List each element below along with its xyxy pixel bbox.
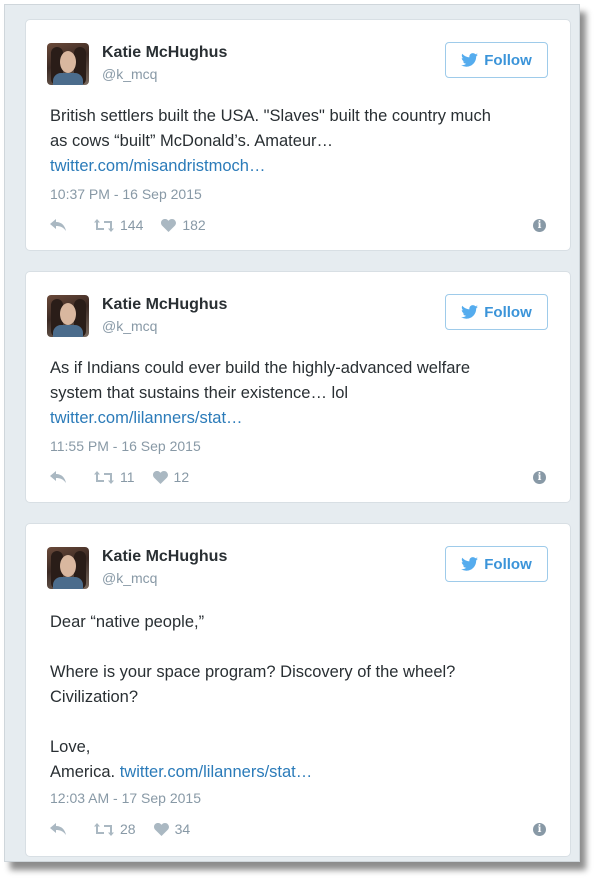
like-count: 12	[173, 469, 190, 485]
reply-icon	[50, 471, 66, 483]
follow-label: Follow	[484, 51, 532, 69]
author-name[interactable]: Katie McHughus	[102, 548, 227, 566]
retweet-count: 144	[120, 217, 144, 233]
tweet-line: British settlers built the USA. "Slaves"…	[50, 107, 491, 125]
avatar[interactable]	[47, 547, 89, 589]
twitter-bird-icon	[461, 53, 479, 67]
tweet-collection-frame: Katie McHughus @k_mcq Follow British set…	[4, 4, 580, 862]
reply-button[interactable]	[50, 823, 68, 835]
like-button[interactable]: 34	[153, 821, 191, 837]
follow-label: Follow	[484, 555, 532, 573]
retweet-button[interactable]: 144	[94, 217, 143, 233]
tweet-actions: 11 12 i	[50, 468, 546, 486]
reply-button[interactable]	[50, 471, 68, 483]
tweet-text: As if Indians could ever build the highl…	[50, 356, 546, 431]
tweet-line: Civilization?	[50, 688, 139, 706]
tweet-line	[50, 635, 546, 660]
info-icon[interactable]: i	[533, 218, 546, 232]
follow-button[interactable]: Follow	[445, 546, 548, 582]
follow-label: Follow	[484, 303, 532, 321]
avatar[interactable]	[47, 43, 89, 85]
twitter-bird-icon	[461, 557, 479, 571]
heart-icon	[152, 470, 168, 484]
tweet-actions: 28 34 i	[50, 820, 546, 838]
tweet-line: Love,	[50, 738, 91, 756]
author-handle[interactable]: @k_mcq	[102, 66, 157, 82]
tweet-link[interactable]: twitter.com/misandristmoch…	[50, 157, 265, 175]
tweet-link[interactable]: twitter.com/lilanners/stat…	[50, 409, 243, 427]
tweet-line: As if Indians could ever build the highl…	[50, 359, 471, 377]
author-name[interactable]: Katie McHughus	[102, 44, 227, 62]
tweet-line: Dear “native people,”	[50, 613, 205, 631]
retweet-count: 28	[120, 821, 136, 837]
tweet-line: system that sustains their existence… lo…	[50, 384, 349, 402]
tweet-timestamp[interactable]: 12:03 AM - 17 Sep 2015	[50, 790, 201, 806]
tweet-text: Dear “native people,” Where is your spac…	[50, 610, 546, 785]
author-name[interactable]: Katie McHughus	[102, 296, 227, 314]
twitter-bird-icon	[461, 305, 479, 319]
follow-button[interactable]: Follow	[445, 42, 548, 78]
reply-button[interactable]	[50, 219, 68, 231]
tweet-card: Katie McHughus @k_mcq Follow Dear “nativ…	[25, 523, 571, 857]
tweet-actions: 144 182 i	[50, 216, 546, 234]
heart-icon	[161, 218, 177, 232]
tweet-card: Katie McHughus @k_mcq Follow British set…	[25, 19, 571, 251]
like-button[interactable]: 182	[161, 217, 206, 233]
author-handle[interactable]: @k_mcq	[102, 570, 157, 586]
like-count: 34	[174, 821, 191, 837]
info-icon[interactable]: i	[533, 470, 546, 484]
tweet-card: Katie McHughus @k_mcq Follow As if India…	[25, 271, 571, 503]
retweet-count: 11	[120, 469, 135, 485]
retweet-icon	[94, 470, 114, 484]
retweet-icon	[94, 822, 114, 836]
follow-button[interactable]: Follow	[445, 294, 548, 330]
info-icon[interactable]: i	[533, 822, 546, 836]
retweet-button[interactable]: 11	[94, 469, 135, 485]
tweet-link[interactable]: twitter.com/lilanners/stat…	[120, 763, 313, 781]
tweet-line	[50, 710, 546, 735]
avatar[interactable]	[47, 295, 89, 337]
reply-icon	[50, 219, 66, 231]
tweet-line: Where is your space program? Discovery o…	[50, 663, 456, 681]
heart-icon	[153, 822, 169, 836]
tweet-line: twitter.com/lilanners/stat…	[50, 406, 546, 431]
like-button[interactable]: 12	[152, 469, 190, 485]
tweet-timestamp[interactable]: 11:55 PM - 16 Sep 2015	[50, 438, 201, 454]
like-count: 182	[182, 217, 206, 233]
tweet-text: British settlers built the USA. "Slaves"…	[50, 104, 546, 179]
reply-icon	[50, 823, 66, 835]
tweet-line: America. twitter.com/lilanners/stat…	[50, 763, 313, 781]
tweet-timestamp[interactable]: 10:37 PM - 16 Sep 2015	[50, 186, 202, 202]
retweet-icon	[94, 218, 114, 232]
author-handle[interactable]: @k_mcq	[102, 318, 157, 334]
tweet-line: twitter.com/misandristmoch…	[50, 154, 546, 179]
retweet-button[interactable]: 28	[94, 821, 136, 837]
tweet-line: as cows “built” McDonald’s. Amateur…	[50, 132, 334, 150]
